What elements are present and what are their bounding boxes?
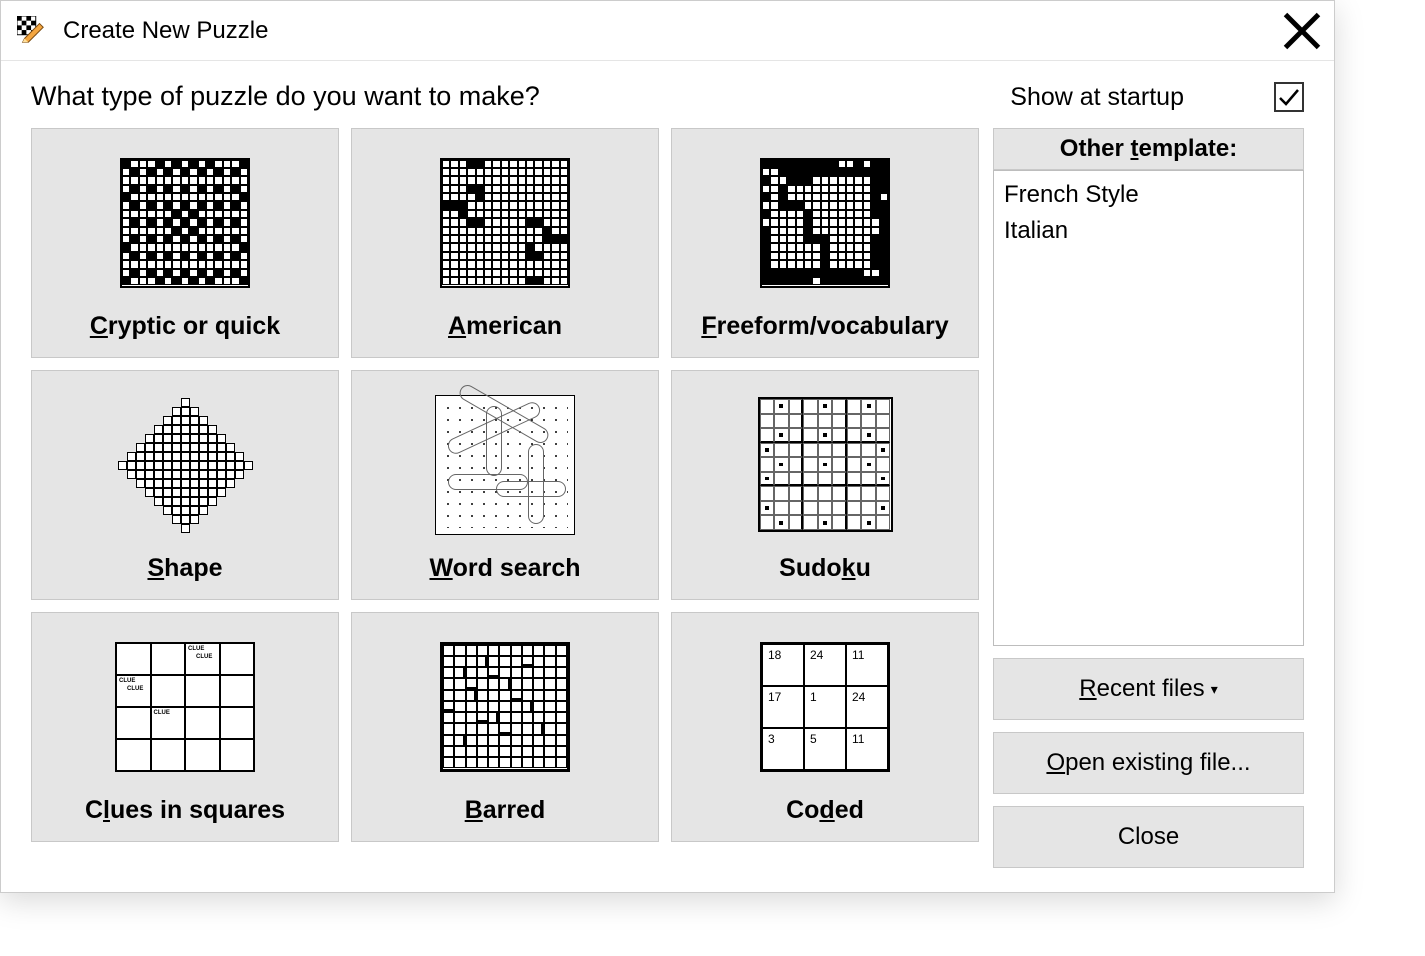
template-item[interactable]: French Style bbox=[1002, 177, 1295, 213]
other-template-header: Other template: bbox=[993, 128, 1304, 170]
other-template-list[interactable]: French StyleItalian bbox=[993, 170, 1304, 646]
shape-icon bbox=[42, 381, 328, 548]
close-icon[interactable] bbox=[1280, 11, 1324, 51]
wordsearch-icon bbox=[362, 381, 648, 548]
tile-shape[interactable]: Shape bbox=[31, 370, 339, 600]
clues-in-squares-icon bbox=[42, 623, 328, 790]
puzzle-type-grid: Cryptic or quick American Freeform/vocab… bbox=[31, 128, 979, 868]
american-icon bbox=[362, 139, 648, 306]
show-at-startup-label: Show at startup bbox=[1010, 83, 1184, 112]
window-title: Create New Puzzle bbox=[63, 17, 1280, 45]
titlebar: Create New Puzzle bbox=[1, 1, 1334, 61]
app-icon bbox=[17, 16, 47, 46]
dialog-content: What type of puzzle do you want to make?… bbox=[1, 61, 1334, 892]
cryptic-icon bbox=[42, 139, 328, 306]
open-existing-file-button[interactable]: Open existing file... bbox=[993, 732, 1304, 794]
close-button[interactable]: Close bbox=[993, 806, 1304, 868]
coded-icon: 182411171243511 bbox=[682, 623, 968, 790]
tile-coded[interactable]: 182411171243511 Coded bbox=[671, 612, 979, 842]
caret-down-icon: ▾ bbox=[1211, 681, 1218, 697]
side-panel: Other template: French StyleItalian Rece… bbox=[993, 128, 1304, 868]
template-item[interactable]: Italian bbox=[1002, 213, 1295, 249]
tile-sudoku[interactable]: Sudoku bbox=[671, 370, 979, 600]
barred-icon bbox=[362, 623, 648, 790]
show-at-startup-checkbox[interactable] bbox=[1274, 82, 1304, 112]
tile-clues-in-squares[interactable]: Clues in squares bbox=[31, 612, 339, 842]
sudoku-icon bbox=[682, 381, 968, 548]
tile-barred[interactable]: Barred bbox=[351, 612, 659, 842]
tile-american[interactable]: American bbox=[351, 128, 659, 358]
prompt-text: What type of puzzle do you want to make? bbox=[31, 81, 1010, 112]
tile-cryptic[interactable]: Cryptic or quick bbox=[31, 128, 339, 358]
tile-wordsearch[interactable]: Word search bbox=[351, 370, 659, 600]
recent-files-button[interactable]: Recent files▾ bbox=[993, 658, 1304, 720]
freeform-icon bbox=[682, 139, 968, 306]
tile-freeform[interactable]: Freeform/vocabulary bbox=[671, 128, 979, 358]
dialog-window: Create New Puzzle What type of puzzle do… bbox=[0, 0, 1335, 893]
